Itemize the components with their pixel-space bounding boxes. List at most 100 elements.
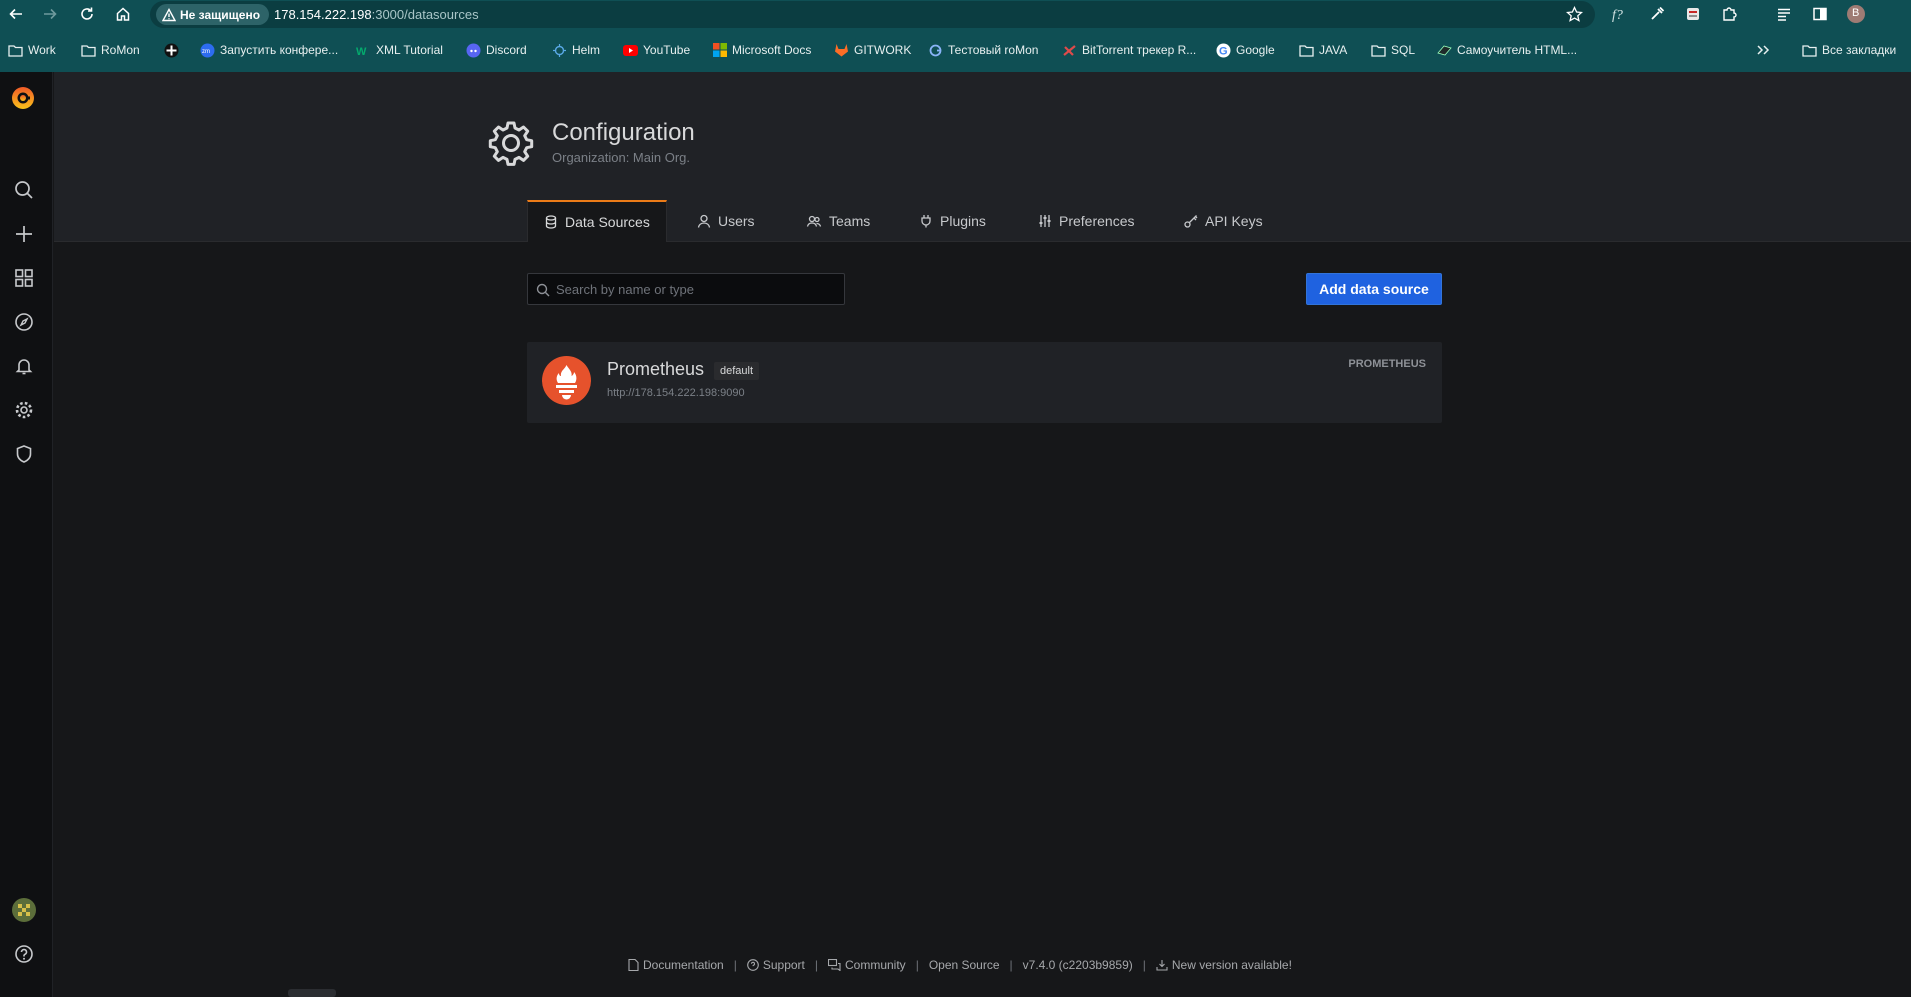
bookmark-star-button[interactable] <box>1566 6 1583 23</box>
download-icon <box>1156 960 1168 971</box>
server-admin-nav-button[interactable] <box>12 442 36 466</box>
url-text[interactable]: 178.154.222.198:3000/datasources <box>274 7 479 22</box>
bookmark-test-romon[interactable]: Тестовый roMon <box>928 40 1038 60</box>
tab-label: Users <box>718 213 755 229</box>
footer-label: Community <box>845 958 906 972</box>
footer-separator: | <box>733 958 737 972</box>
comments-icon <box>828 959 841 971</box>
help-nav-button[interactable] <box>12 942 36 966</box>
browser-chrome: Не защищено 178.154.222.198:3000/datasou… <box>0 0 1911 72</box>
folder-icon <box>1802 43 1817 58</box>
bookmark-gitwork[interactable]: GITWORK <box>834 40 911 60</box>
footer-support-link[interactable]: Support <box>746 958 805 972</box>
user-avatar-button[interactable] <box>12 898 36 922</box>
youtube-icon <box>623 43 638 58</box>
svg-text:zm: zm <box>202 49 210 55</box>
datasource-card[interactable]: Prometheus default http://178.154.222.19… <box>527 342 1442 423</box>
bookmark-java[interactable]: JAVA <box>1299 40 1347 60</box>
bookmark-discord[interactable]: Discord <box>466 40 527 60</box>
footer-open-source-link[interactable]: Open Source <box>929 958 1000 972</box>
svg-text:f?: f? <box>1612 8 1623 23</box>
folder-icon <box>1299 43 1314 58</box>
gear-icon <box>15 401 33 419</box>
create-nav-button[interactable] <box>12 222 36 246</box>
tab-preferences[interactable]: Preferences <box>1022 200 1150 242</box>
extension-formula[interactable]: f? <box>1610 4 1630 24</box>
arrow-right-icon <box>44 8 57 20</box>
address-bar[interactable]: Не защищено 178.154.222.198:3000/datasou… <box>150 1 1595 28</box>
tab-label: Data Sources <box>565 214 650 230</box>
page-footer: Documentation | Support | Community | Op… <box>628 956 1292 974</box>
add-data-source-button[interactable]: Add data source <box>1306 273 1442 305</box>
alerting-nav-button[interactable] <box>12 354 36 378</box>
bookmark-google[interactable]: G Google <box>1216 40 1275 60</box>
gitlab-icon <box>834 43 849 58</box>
tab-teams[interactable]: Teams <box>790 200 886 242</box>
list-icon <box>1778 8 1790 21</box>
sparkle-icon <box>164 43 179 58</box>
footer-documentation-link[interactable]: Documentation <box>628 958 724 972</box>
footer-community-link[interactable]: Community <box>828 958 906 972</box>
bookmark-label: RoMon <box>101 43 140 57</box>
footer-label: New version available! <box>1171 958 1292 972</box>
star-icon <box>1566 6 1583 22</box>
bookmark-html-tutorial[interactable]: Самоучитель HTML... <box>1437 40 1577 60</box>
folder-icon <box>81 43 96 58</box>
discord-icon <box>466 43 481 58</box>
bookmark-xml-tutorial[interactable]: W XML Tutorial <box>356 40 443 60</box>
bookmark-sql[interactable]: SQL <box>1371 40 1415 60</box>
bookmark-bittorrent[interactable]: BitTorrent трекер R... <box>1062 40 1196 60</box>
reload-button[interactable] <box>77 4 97 24</box>
configuration-icon <box>488 120 534 166</box>
bookmark-helm[interactable]: Helm <box>552 40 600 60</box>
bookmark-microsoft-docs[interactable]: Microsoft Docs <box>712 40 811 60</box>
plus-icon <box>16 226 32 242</box>
bookmark-youtube[interactable]: YouTube <box>623 40 690 60</box>
bookmark-label: GITWORK <box>854 43 912 57</box>
configuration-nav-button[interactable] <box>12 398 36 422</box>
horizontal-scrollbar-thumb[interactable] <box>288 989 336 997</box>
search-box <box>527 273 845 305</box>
bookmark-sparkle[interactable] <box>164 40 179 60</box>
profile-button[interactable]: В <box>1846 4 1866 24</box>
tab-plugins[interactable]: Plugins <box>903 200 1002 242</box>
bookmark-work[interactable]: Work <box>8 40 56 60</box>
side-panel-button[interactable] <box>1810 4 1830 24</box>
tab-users[interactable]: Users <box>681 200 771 242</box>
tab-data-sources[interactable]: Data Sources <box>527 200 667 242</box>
forward-button[interactable] <box>40 4 60 24</box>
grafana-app: Configuration Organization: Main Org. Da… <box>0 72 1911 997</box>
explore-nav-button[interactable] <box>12 310 36 334</box>
extension-picker[interactable] <box>1647 4 1667 24</box>
tab-label: Teams <box>829 213 871 229</box>
help-icon <box>15 945 33 963</box>
dashboards-nav-button[interactable] <box>12 266 36 290</box>
footer-new-version-link[interactable]: New version available! <box>1156 958 1292 972</box>
all-bookmarks-button[interactable]: Все закладки <box>1802 40 1896 60</box>
datasource-url: http://178.154.222.198:9090 <box>607 387 745 399</box>
security-chip[interactable]: Не защищено <box>156 4 270 25</box>
tab-label: API Keys <box>1205 213 1263 229</box>
bookmark-label: Microsoft Docs <box>732 43 812 57</box>
url-path: :3000/datasources <box>371 7 479 22</box>
bookmark-zoom[interactable]: zm Запустить конфере... <box>200 40 338 60</box>
footer-separator: | <box>1009 958 1013 972</box>
search-nav-button[interactable] <box>12 178 36 202</box>
grafana-logo[interactable] <box>9 84 37 112</box>
back-button[interactable] <box>6 4 26 24</box>
search-input[interactable] <box>556 274 842 304</box>
url-host: 178.154.222.198 <box>274 7 372 22</box>
helm-icon <box>552 43 567 58</box>
extensions-button[interactable] <box>1719 4 1739 24</box>
bell-icon <box>15 359 33 375</box>
search-icon <box>536 283 550 297</box>
more-bookmarks-button[interactable] <box>1755 40 1770 60</box>
svg-text:W: W <box>356 46 367 58</box>
extension-pdf[interactable] <box>1683 4 1703 24</box>
home-button[interactable] <box>113 4 133 24</box>
reading-list-button[interactable] <box>1774 4 1794 24</box>
bookmark-label: XML Tutorial <box>376 43 443 57</box>
prometheus-icon <box>542 356 591 405</box>
tab-api-keys[interactable]: API Keys <box>1168 200 1279 242</box>
bookmark-romon[interactable]: RoMon <box>81 40 140 60</box>
